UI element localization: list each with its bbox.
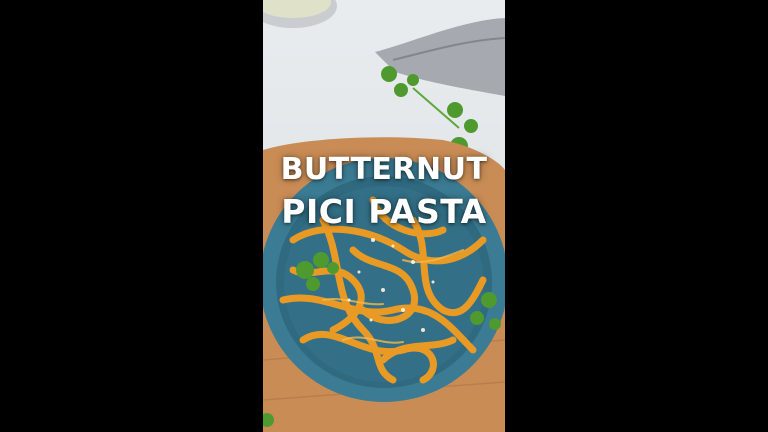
video-frame: BUTTERNUT PICI PASTA	[0, 0, 768, 432]
video-title-line-2: PICI PASTA	[281, 192, 487, 231]
video-title-line-1: BUTTERNUT	[280, 152, 488, 187]
napkin	[375, 18, 505, 96]
food-photo: BUTTERNUT PICI PASTA	[263, 0, 505, 432]
